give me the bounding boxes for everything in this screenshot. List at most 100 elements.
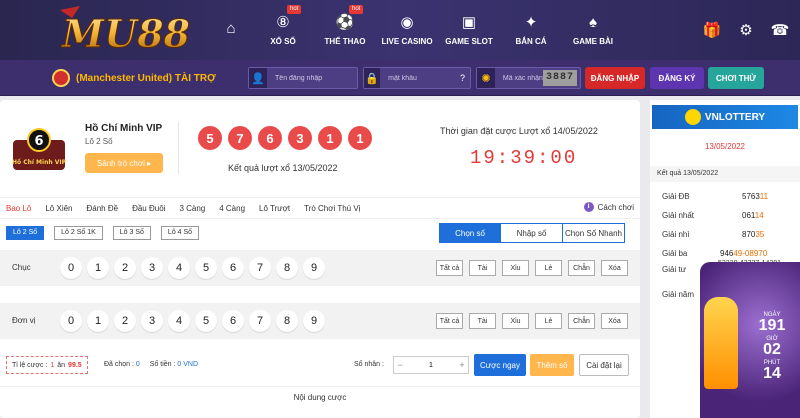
results-sidebar: VNLOTTERY 13/05/2022 Kết quả 13/05/2022 … <box>650 100 800 418</box>
odds-prefix: Tỉ lệ cược : <box>12 361 48 369</box>
mode-tab-0[interactable]: Chọn số <box>439 223 501 243</box>
prize-name: Giải tư <box>662 265 687 274</box>
number-ball[interactable]: 2 <box>114 310 136 332</box>
number-ball[interactable]: 3 <box>141 310 163 332</box>
subtab-1[interactable]: Lô 2 Số 1K <box>54 226 103 240</box>
number-ball[interactable]: 2 <box>114 257 136 279</box>
username-field-wrap: 👤 <box>248 67 358 89</box>
hours-value: 02 <box>763 341 781 358</box>
vnlottery-logo-icon <box>684 109 701 125</box>
quick-button[interactable]: Tất cả <box>436 260 463 276</box>
number-ball[interactable]: 5 <box>195 257 217 279</box>
prize-name: Giải năm <box>662 290 695 299</box>
quick-button[interactable]: Tài <box>469 260 496 276</box>
game-logo-caption: Hồ Chí Minh VIP <box>12 158 67 166</box>
nav-item[interactable]: ⑧ XỔ SỐ hot <box>252 0 314 60</box>
register-button[interactable]: ĐĂNG KÝ <box>650 67 704 89</box>
deadline-label: Thời gian đặt cược Lượt xổ 14/05/2022 <box>440 126 598 136</box>
prize-name: Giải ba <box>662 249 688 258</box>
prize-value: 06114 <box>742 211 764 220</box>
vnlottery-banner[interactable]: VNLOTTERY <box>652 105 798 129</box>
multiplier-input[interactable] <box>406 361 456 369</box>
tab-1[interactable]: Lô Xiên <box>45 204 72 213</box>
username-input[interactable] <box>267 74 357 82</box>
tab-7[interactable]: Trò Chơi Thú Vị <box>304 204 360 213</box>
quick-button[interactable]: Xóa <box>601 260 628 276</box>
nav-item[interactable]: ▣ GAME SLOT <box>438 0 500 60</box>
nav-item[interactable]: ♠ GAME BÀI <box>562 0 624 60</box>
quick-button[interactable]: Lẻ <box>535 260 562 276</box>
captcha-field-wrap: ✺ 3887 <box>476 67 581 89</box>
subtab-0[interactable]: Lô 2 Số <box>6 226 45 240</box>
tab-5[interactable]: 4 Càng <box>219 204 245 213</box>
number-ball[interactable]: 1 <box>87 310 109 332</box>
number-ball[interactable]: 5 <box>195 310 217 332</box>
number-ball[interactable]: 0 <box>60 257 82 279</box>
hot-badge: hot <box>349 5 364 14</box>
forgot-password-icon[interactable]: ? <box>460 73 470 83</box>
quick-button[interactable]: Lẻ <box>535 313 562 329</box>
bet-now-button[interactable]: Cược ngay <box>474 354 526 376</box>
nav-item[interactable]: ⚽ THỂ THAO hot <box>314 0 376 60</box>
tab-4[interactable]: 3 Càng <box>179 204 205 213</box>
world-cup-countdown-promo[interactable]: NGÀY 191 GIỜ 02 PHÚT 14 <box>700 262 800 418</box>
mode-tab-2[interactable]: Chọn Số Nhanh <box>563 223 625 243</box>
try-play-button[interactable]: CHƠI THỬ <box>708 67 764 89</box>
gift-icon[interactable]: 🎁 <box>702 21 722 39</box>
number-ball[interactable]: 7 <box>249 310 271 332</box>
tab-6[interactable]: Lô Trượt <box>259 204 290 213</box>
mu88-logo[interactable]: MU88 <box>50 4 200 57</box>
number-ball[interactable]: 9 <box>303 257 325 279</box>
tab-0[interactable]: Bao Lô <box>6 204 31 213</box>
number-ball[interactable]: 4 <box>168 310 190 332</box>
support-icon[interactable]: ☎ <box>770 21 790 39</box>
increase-button[interactable]: + <box>456 360 468 370</box>
how-to-play-link[interactable]: i Cách chơi <box>583 202 634 212</box>
tab-2[interactable]: Đánh Đề <box>87 204 119 213</box>
result-ball: 3 <box>288 126 312 150</box>
number-ball[interactable]: 3 <box>141 257 163 279</box>
number-ball[interactable]: 6 <box>222 257 244 279</box>
quick-button[interactable]: Chẵn <box>568 313 595 329</box>
subtab-3[interactable]: Lô 4 Số <box>160 226 200 240</box>
odds-box: Tỉ lệ cược : 1 ăn 99.5 <box>6 356 88 374</box>
quick-button[interactable]: Chẵn <box>568 260 595 276</box>
number-ball[interactable]: 8 <box>276 310 298 332</box>
sponsor-text: (Manchester United) TÀI TRỢ <box>76 72 216 84</box>
game-lobby-button[interactable]: Sảnh trò chơi ▸ <box>85 153 163 173</box>
number-ball[interactable]: 7 <box>249 257 271 279</box>
number-ball[interactable]: 4 <box>168 257 190 279</box>
nav-home[interactable]: ⌂ <box>210 0 252 60</box>
chosen-count: Đã chọn : 0 Số tiền : 0 VND <box>104 361 198 368</box>
number-ball[interactable]: 9 <box>303 310 325 332</box>
mode-tab-1[interactable]: Nhập số <box>501 223 563 243</box>
captcha-image[interactable]: 3887 <box>543 70 577 86</box>
quick-button[interactable]: Tài <box>469 313 496 329</box>
nav-label: GAME SLOT <box>445 36 493 46</box>
number-ball[interactable]: 0 <box>60 310 82 332</box>
prize-number: 870 <box>742 230 756 239</box>
number-ball[interactable]: 8 <box>276 257 298 279</box>
login-button[interactable]: ĐĂNG NHẬP <box>585 67 645 89</box>
nav-item[interactable]: ✦ BẮN CÁ <box>500 0 562 60</box>
settings-icon[interactable]: ⚙ <box>736 21 756 39</box>
prize-number: 061 <box>742 211 755 220</box>
quick-button[interactable]: Tất cả <box>436 313 463 329</box>
subtab-2[interactable]: Lô 3 Số <box>112 226 151 240</box>
tab-3[interactable]: Đầu Đuôi <box>132 204 165 213</box>
nav-label: BẮN CÁ <box>515 36 547 46</box>
multiplier-label: Số nhân : <box>354 361 384 368</box>
hcm-vip-game-logo: 6 Hồ Chí Minh VIP <box>10 126 68 178</box>
number-ball[interactable]: 1 <box>87 257 109 279</box>
units-row: Đơn vị 0 1 2 3 4 5 6 7 8 9 Tất cả Tài Xỉu Lẻ Chẵn Xóa <box>0 303 640 339</box>
add-number-button[interactable]: Thêm số <box>530 354 574 376</box>
quick-button[interactable]: Xóa <box>601 313 628 329</box>
quick-button[interactable]: Xỉu <box>502 313 529 329</box>
password-input[interactable] <box>380 74 460 82</box>
number-ball[interactable]: 6 <box>222 310 244 332</box>
nav-item[interactable]: ◉ LIVE CASINO <box>376 0 438 60</box>
quick-button[interactable]: Xỉu <box>502 260 529 276</box>
home-icon: ⌂ <box>226 20 236 37</box>
decrease-button[interactable]: − <box>394 360 406 370</box>
reset-button[interactable]: Cài đặt lại <box>579 354 629 376</box>
